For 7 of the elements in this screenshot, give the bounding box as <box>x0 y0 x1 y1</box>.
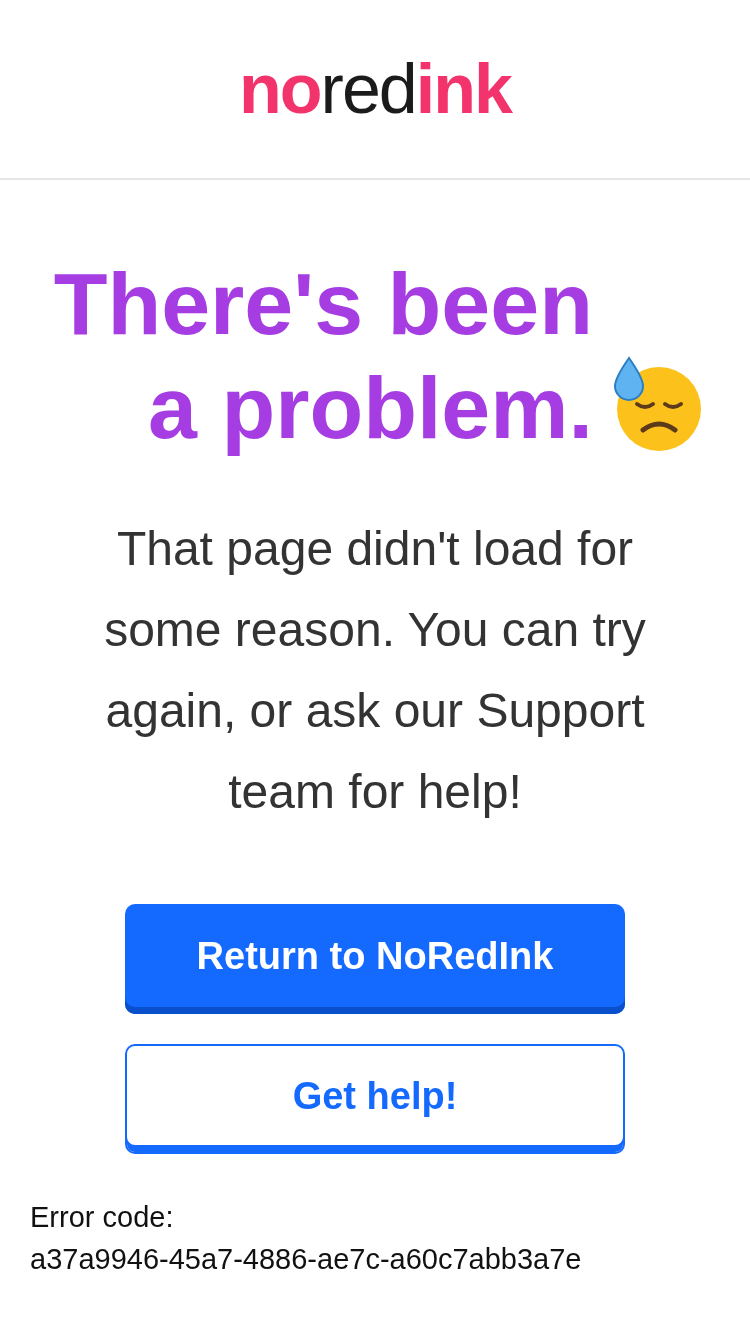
error-message: That page didn't load for some reason. You can try again, or ask our Support team for help! <box>103 521 647 820</box>
headline: There's been a problem. <box>52 253 593 459</box>
help-button[interactable]: Get help! <box>125 1044 625 1154</box>
error-code-label: Error code: <box>30 1200 175 1235</box>
logo: noredink <box>239 54 511 124</box>
return-button[interactable]: Return to NoRedInk <box>125 904 625 1014</box>
error-code: a37a9946-45a7-4886-ae7c-a60c7abb3a7e <box>30 1242 582 1277</box>
